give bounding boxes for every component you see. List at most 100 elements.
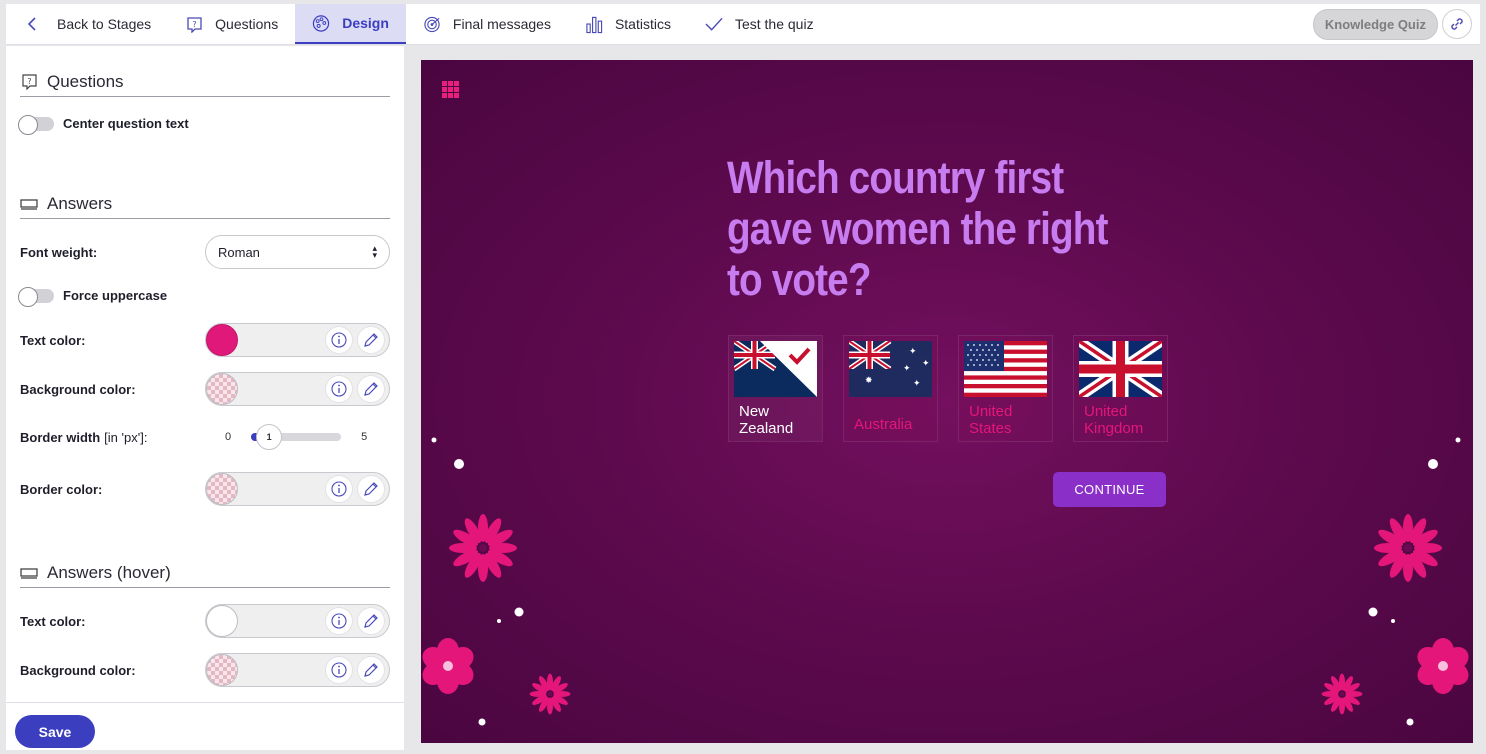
text-color-field[interactable] — [205, 323, 390, 357]
background-color-field[interactable] — [205, 372, 390, 406]
force-uppercase-label: Force uppercase — [63, 288, 168, 303]
palette-icon — [312, 14, 330, 32]
background-color-swatch[interactable] — [206, 373, 238, 405]
select-arrows-icon: ▴ ▾ — [372, 243, 377, 260]
center-question-text-toggle[interactable] — [18, 114, 54, 135]
panel-footer: Save — [6, 702, 404, 750]
answer-label-line2: Zealand — [739, 420, 794, 437]
tab-test-quiz-label: Test the quiz — [734, 16, 814, 32]
answer-label-line2: Kingdom — [1084, 420, 1144, 437]
hover-background-color-swatch[interactable] — [206, 654, 238, 686]
answer-label-line2: States — [969, 420, 1012, 437]
force-uppercase-toggle[interactable] — [18, 286, 54, 307]
font-weight-row: Font weight: Roman ▴ ▾ — [20, 235, 390, 269]
tab-statistics-label: Statistics — [614, 16, 671, 32]
answer-united-kingdom[interactable]: United Kingdom — [1073, 335, 1168, 442]
info-icon[interactable] — [325, 375, 353, 403]
back-to-stages-tab[interactable]: Back to Stages — [6, 4, 168, 44]
answer-new-zealand[interactable]: New Zealand — [728, 335, 823, 442]
bar-chart-icon — [585, 15, 603, 33]
info-icon[interactable] — [325, 475, 353, 503]
tab-statistics[interactable]: Statistics — [568, 4, 688, 44]
answer-label-line1: United — [1084, 403, 1128, 420]
text-color-swatch[interactable] — [206, 324, 238, 356]
hover-background-color-field[interactable] — [205, 653, 390, 687]
border-color-swatch[interactable] — [206, 473, 238, 505]
back-label: Back to Stages — [57, 16, 152, 32]
answer-united-states[interactable]: United States — [958, 335, 1053, 442]
answer-box-icon — [20, 567, 38, 579]
text-color-row: Text color: — [20, 323, 390, 357]
eyedropper-icon[interactable] — [357, 375, 385, 403]
questions-section-title: ? Questions — [20, 67, 390, 97]
continue-button[interactable]: CONTINUE — [1053, 472, 1166, 507]
svg-text:✦: ✦ — [913, 379, 921, 389]
svg-text:✸: ✸ — [865, 376, 873, 386]
eyedropper-icon[interactable] — [357, 607, 385, 635]
answer-box-icon — [20, 198, 38, 210]
tab-questions-label: Questions — [215, 16, 279, 32]
slider-max: 5 — [361, 431, 368, 443]
text-color-label: Text color: — [20, 332, 86, 348]
quiz-name-badge[interactable]: Knowledge Quiz — [1312, 8, 1438, 40]
font-weight-select[interactable]: Roman ▴ ▾ — [205, 235, 390, 269]
svg-text:✦: ✦ — [903, 364, 911, 374]
eyedropper-icon[interactable] — [357, 656, 385, 684]
tab-test-quiz[interactable]: Test the quiz — [688, 4, 831, 44]
info-icon[interactable] — [325, 607, 353, 635]
tab-design[interactable]: Design — [295, 4, 406, 44]
answer-label-line1: United — [969, 403, 1013, 420]
chevron-left-icon — [23, 15, 41, 33]
hover-text-color-field[interactable] — [205, 604, 390, 638]
border-color-label: Border color: — [20, 481, 103, 497]
question-text: Which country first gave women the right… — [727, 152, 1108, 305]
checkmark-icon — [705, 15, 723, 33]
hover-background-color-label: Background color: — [20, 662, 136, 678]
question-bubble-icon: ? — [20, 73, 38, 90]
center-question-text-label: Center question text — [63, 116, 189, 131]
eyedropper-icon[interactable] — [357, 326, 385, 354]
grid-menu-icon[interactable] — [442, 81, 459, 98]
tab-final-messages-label: Final messages — [452, 16, 551, 32]
border-width-label: Border width [in 'px']: — [20, 429, 148, 445]
info-icon[interactable] — [325, 656, 353, 684]
border-color-row: Border color: — [20, 472, 390, 506]
slider-knob[interactable]: 1 — [256, 424, 283, 450]
svg-text:?: ? — [192, 20, 196, 29]
svg-text:?: ? — [27, 77, 31, 86]
new-zealand-flag-icon — [734, 341, 817, 397]
design-settings-panel[interactable]: ? Questions Center question text Answers… — [6, 46, 404, 702]
background-color-row: Background color: — [20, 372, 390, 406]
force-uppercase-row: Force uppercase — [18, 286, 390, 307]
eyedropper-icon[interactable] — [357, 475, 385, 503]
tab-questions[interactable]: ? Questions — [168, 4, 295, 44]
tab-design-label: Design — [342, 15, 389, 31]
target-icon — [423, 15, 441, 33]
hover-background-color-row: Background color: — [20, 653, 390, 687]
svg-text:✦: ✦ — [922, 359, 930, 369]
link-button[interactable] — [1442, 9, 1472, 39]
quiz-preview: Which country first gave women the right… — [421, 60, 1473, 743]
border-width-slider[interactable]: 0 1 5 — [225, 424, 368, 450]
border-width-row: Border width [in 'px']: 0 1 5 — [20, 424, 390, 450]
slider-min: 0 — [225, 431, 232, 443]
background-color-label: Background color: — [20, 381, 136, 397]
center-question-text-row: Center question text — [18, 114, 390, 135]
united-kingdom-flag-icon — [1079, 341, 1162, 397]
hover-text-color-swatch[interactable] — [206, 605, 238, 637]
border-color-field[interactable] — [205, 472, 390, 506]
font-weight-label: Font weight: — [20, 244, 98, 260]
slider-track[interactable]: 1 — [251, 424, 342, 450]
save-button[interactable]: Save — [15, 715, 95, 748]
hover-text-color-label: Text color: — [20, 613, 86, 629]
answer-australia[interactable]: ✸ ✦ ✦ ✦ ✦ Australia — [843, 335, 938, 442]
answer-options: New Zealand ✸ ✦ ✦ ✦ ✦ Australia United S… — [728, 335, 1168, 442]
top-nav: Back to Stages ? Questions Design Final … — [6, 4, 1480, 45]
hover-text-color-row: Text color: — [20, 604, 390, 638]
australia-flag-icon: ✸✦✦✦✦ — [849, 341, 932, 397]
tab-final-messages[interactable]: Final messages — [406, 4, 568, 44]
answers-section-title: Answers — [20, 189, 390, 219]
answers-hover-section-title: Answers (hover) — [20, 558, 390, 588]
link-icon — [1451, 18, 1463, 30]
info-icon[interactable] — [325, 326, 353, 354]
